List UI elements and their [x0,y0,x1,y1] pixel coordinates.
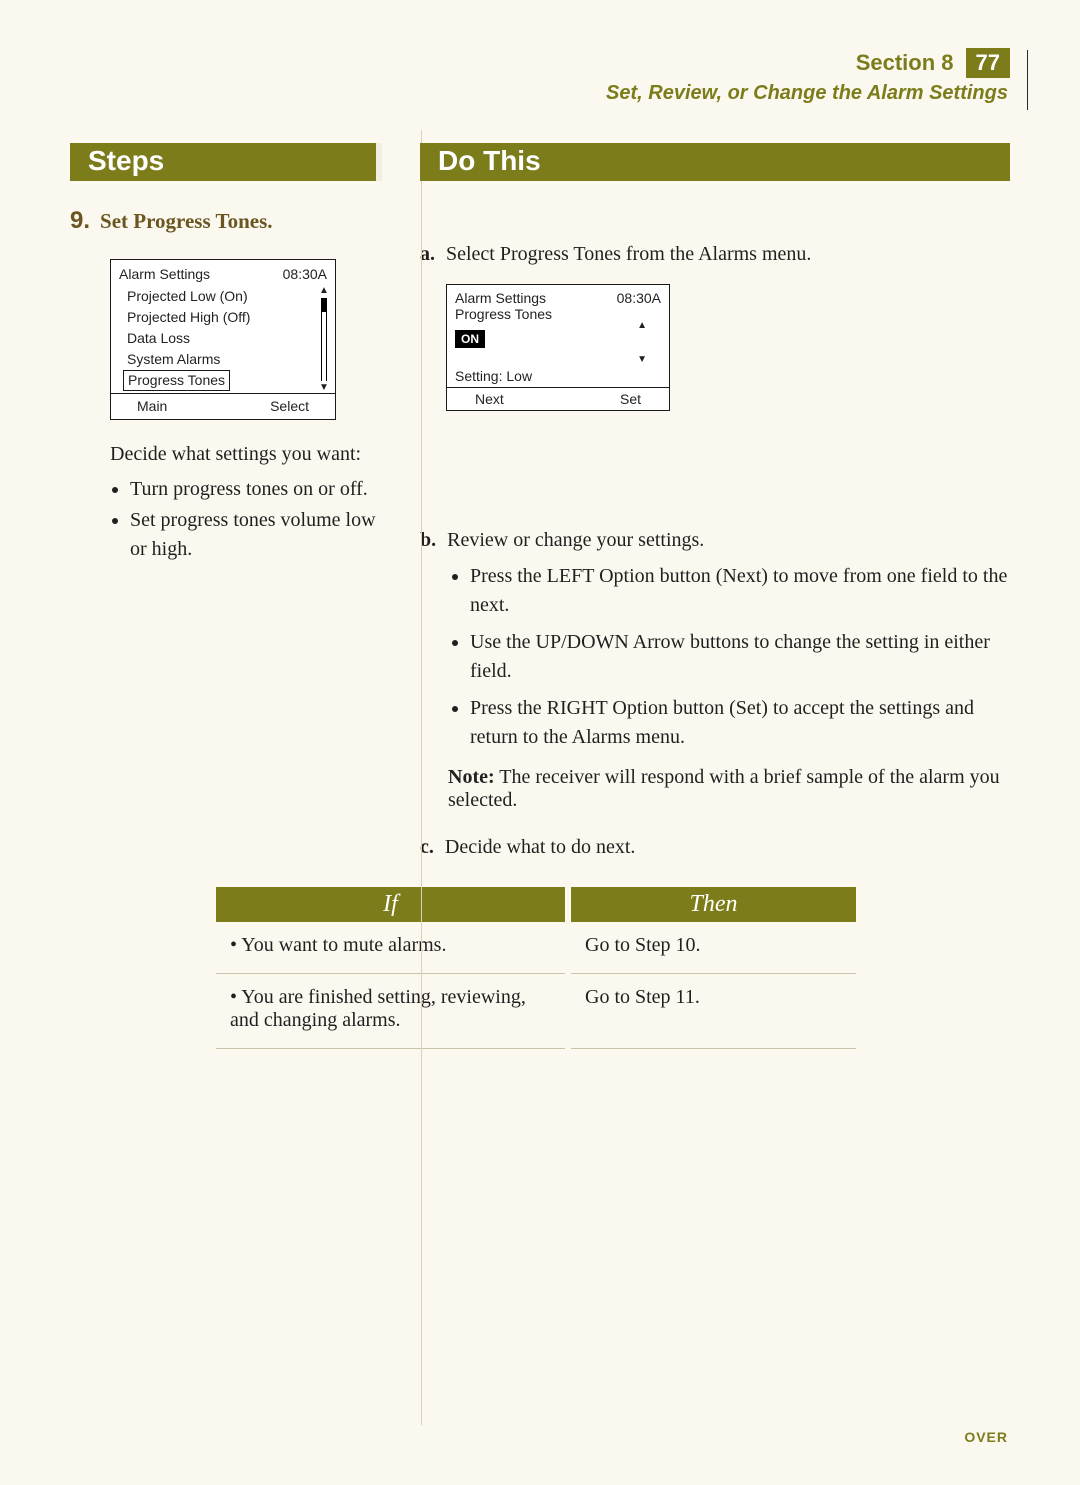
substep-a: a. Select Progress Tones from the Alarms… [420,243,1010,266]
list-item: Set progress tones volume low or high. [130,506,382,564]
substep-text: Select Progress Tones from the Alarms me… [446,243,811,265]
then-cell: Go to Step 11. [568,974,856,1049]
lcd1-scrollbar: ▲ ▼ [319,286,329,393]
table-head-then: Then [568,887,856,922]
arrow-down-icon: ▼ [637,355,647,365]
substep-letter: a. [420,243,435,265]
scroll-down-icon: ▼ [319,383,329,393]
lcd2-subtitle: Progress Tones [447,306,669,326]
substep-text: Decide what to do next. [445,836,636,858]
lcd2-softkey-left: Next [475,391,504,407]
list-item: Use the UP/DOWN Arrow buttons to change … [470,628,1010,686]
substep-b: b. Review or change your settings. [420,529,1010,552]
if-cell: You are finished setting, reviewing, and… [216,974,568,1049]
lcd2-setting: Setting: Low [447,348,669,387]
lcd1-item-selected: Progress Tones [127,369,327,392]
lcd1-title: Alarm Settings [119,265,210,284]
step-title: Set Progress Tones. [100,209,273,233]
lcd1-item: Projected Low (On) [127,286,327,307]
do-this-heading: Do This [420,143,1010,181]
manual-page: Section 8 77 Set, Review, or Change the … [0,0,1080,1485]
lcd1-softkey-right: Select [270,397,309,416]
lcd2-arrows: ▲ ▼ [637,321,647,365]
lcd1-item: System Alarms [127,349,327,370]
lcd2-on-value: ON [455,330,485,348]
lcd2-time: 08:30A [617,290,661,306]
substep-text: Review or change your settings. [447,529,704,551]
column-divider [421,130,422,1425]
substep-letter: c. [420,836,434,858]
step-heading: 9. Set Progress Tones. [70,207,382,235]
lcd2-title: Alarm Settings [455,290,546,306]
lcd-alarm-menu: Alarm Settings 08:30A Projected Low (On)… [110,259,336,420]
step-number: 9. [70,207,90,234]
arrow-up-icon: ▲ [637,321,647,331]
substep-b-list: Press the LEFT Option button (Next) to m… [448,562,1010,752]
then-cell: Go to Step 10. [568,922,856,974]
list-item: Press the RIGHT Option button (Set) to a… [470,694,1010,752]
lcd-progress-tones: Alarm Settings 08:30A Progress Tones ON … [446,284,670,411]
note: Note: The receiver will respond with a b… [448,766,1010,812]
table-row: You are finished setting, reviewing, and… [216,974,856,1049]
substep-letter: b. [420,529,436,551]
table-row: You want to mute alarms. Go to Step 10. [216,922,856,974]
page-subtitle: Set, Review, or Change the Alarm Setting… [70,82,1010,105]
list-item: Turn progress tones on or off. [130,475,382,504]
decide-intro: Decide what settings you want: [110,440,382,469]
lcd1-time: 08:30A [283,265,327,284]
lcd1-item: Data Loss [127,328,327,349]
lcd1-item: Projected High (Off) [127,307,327,328]
lcd1-softkey-left: Main [137,397,167,416]
scroll-up-icon: ▲ [319,286,329,296]
over-marker: OVER [964,1429,1008,1445]
list-item: Press the LEFT Option button (Next) to m… [470,562,1010,620]
page-header: Section 8 77 Set, Review, or Change the … [70,48,1010,105]
steps-column: Steps 9. Set Progress Tones. Alarm Setti… [70,143,400,869]
section-label: Section 8 [856,50,954,76]
page-number: 77 [966,48,1010,78]
decide-list: Turn progress tones on or off. Set progr… [112,475,382,564]
note-label: Note: [448,766,495,788]
note-text: The receiver will respond with a brief s… [448,766,1000,811]
do-this-column: Do This a. Select Progress Tones from th… [400,143,1010,869]
steps-heading: Steps [70,143,382,181]
lcd2-softkey-right: Set [620,391,641,407]
substep-c: c. Decide what to do next. [420,836,1010,859]
if-cell: You want to mute alarms. [216,922,568,974]
table-head-if: If [216,887,568,922]
if-then-table: If Then You want to mute alarms. Go to S… [216,887,856,1049]
